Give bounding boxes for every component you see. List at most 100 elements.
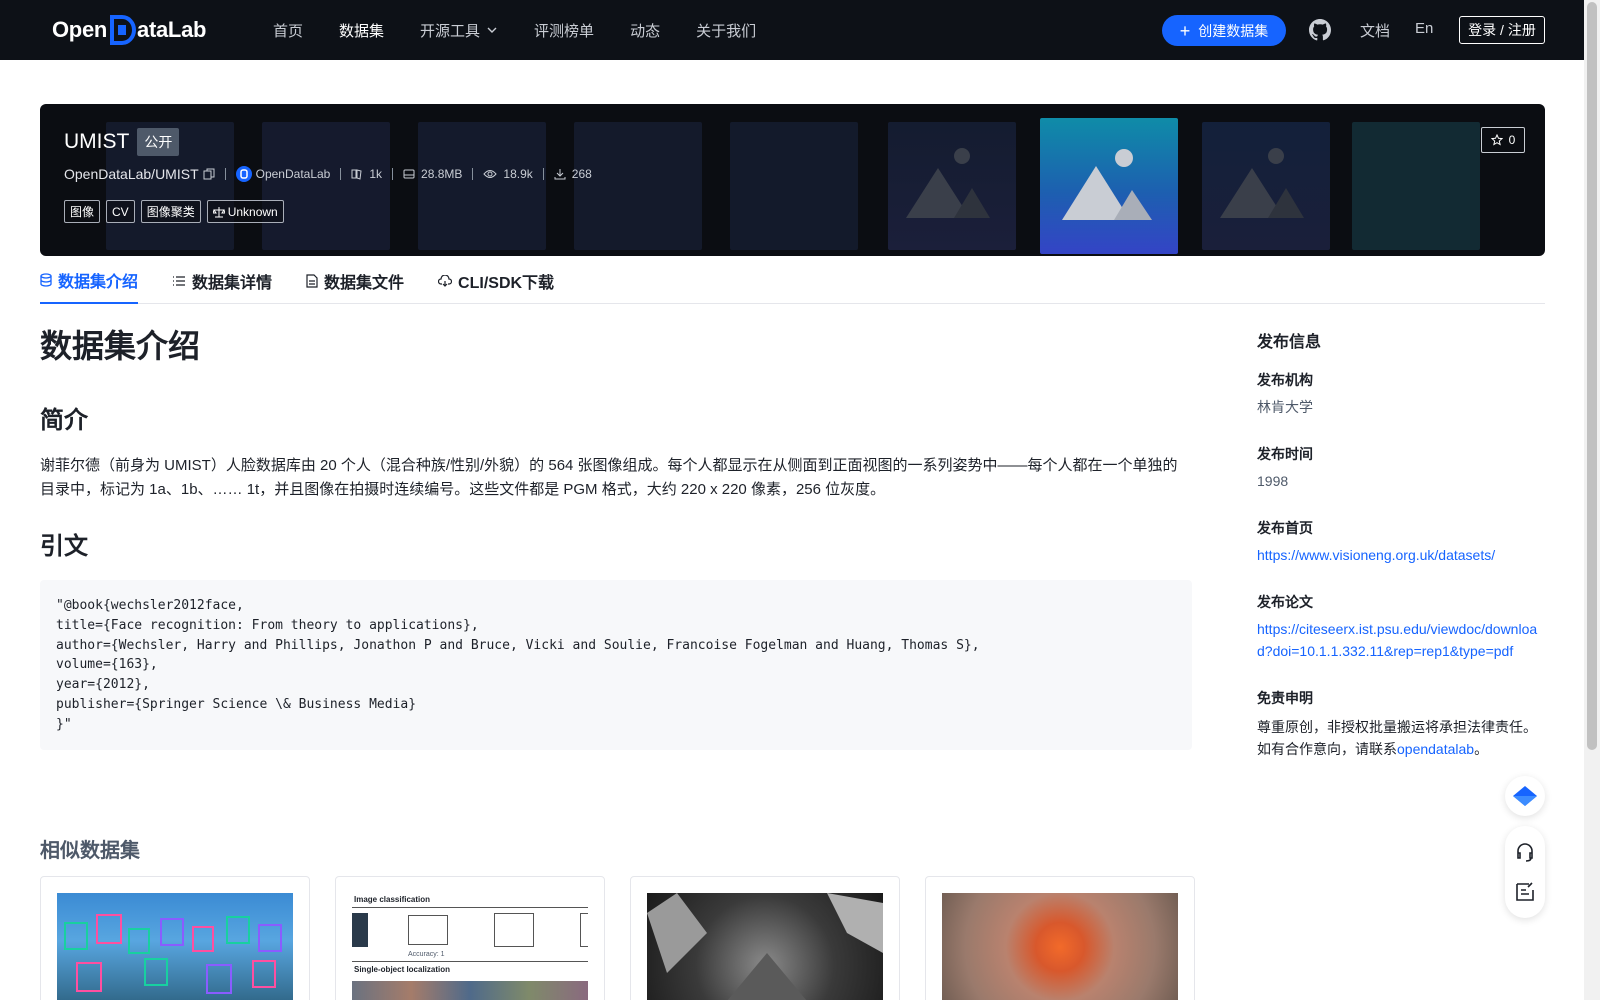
similar-datasets-title: 相似数据集 xyxy=(40,840,140,862)
cloud-download-icon xyxy=(438,275,453,287)
tab-cli-sdk[interactable]: CLI/SDK下载 xyxy=(438,258,554,304)
download-icon xyxy=(554,169,566,180)
dataset-cover-image xyxy=(57,893,293,1000)
floating-assistant-button[interactable] xyxy=(1505,776,1545,816)
file-icon xyxy=(306,274,318,288)
nav-leaderboard[interactable]: 评测榜单 xyxy=(534,20,594,41)
dataset-org[interactable]: OpenDataLab xyxy=(235,166,330,182)
preview-thumbnail[interactable] xyxy=(262,122,390,250)
headset-icon[interactable] xyxy=(1514,841,1536,863)
language-switch[interactable]: En xyxy=(1415,20,1433,37)
nav-open-tools[interactable]: 开源工具 xyxy=(420,20,498,41)
disclaimer-label: 免责申明 xyxy=(1257,690,1313,706)
visibility-badge: 公开 xyxy=(137,128,180,156)
intro-heading: 简介 xyxy=(40,407,88,434)
paper-label: 发布论文 xyxy=(1257,594,1313,610)
preview-thumbnail[interactable] xyxy=(730,122,858,250)
scale-icon xyxy=(212,206,225,217)
main-nav: 首页 数据集 开源工具 评测榜单 动态 关于我们 xyxy=(273,0,792,60)
paper-link[interactable]: https://citeseerx.ist.psu.edu/viewdoc/do… xyxy=(1257,621,1537,659)
plus-icon: + xyxy=(1179,20,1191,41)
tag-item[interactable]: CV xyxy=(106,200,135,223)
dataset-meta: OpenDataLab/UMIST OpenDataLab 1k 28.8MB … xyxy=(64,166,592,182)
scrollbar-thumb[interactable] xyxy=(1587,2,1597,750)
storage-icon xyxy=(403,169,415,179)
dataset-tags: 图像 CV 图像聚类 Unknown xyxy=(64,200,290,223)
page-title: 数据集介绍 xyxy=(40,328,201,364)
org-avatar-icon xyxy=(235,166,252,182)
github-icon[interactable] xyxy=(1308,18,1332,42)
file-count: 1k xyxy=(351,167,382,181)
publish-time-value: 1998 xyxy=(1257,473,1289,489)
create-dataset-button[interactable]: + 创建数据集 xyxy=(1162,15,1286,46)
download-count: 268 xyxy=(554,167,592,181)
disclaimer-text: 尊重原创，非授权批量搬运将承担法律责任。 如有合作意向，请联系opendatal… xyxy=(1257,719,1537,757)
star-button[interactable]: 0 xyxy=(1481,127,1525,153)
similar-dataset-card[interactable]: Image classification Accuracy: 1 Single-… xyxy=(335,876,605,1000)
similar-dataset-card[interactable] xyxy=(630,876,900,1000)
similar-dataset-card[interactable] xyxy=(925,876,1195,1000)
publish-info-panel: 发布信息 发布机构 林肯大学 发布时间 1998 发布首页 https://ww… xyxy=(1257,328,1547,757)
logo-text-open: Open xyxy=(52,17,108,42)
database-icon xyxy=(40,273,52,287)
feedback-edit-icon[interactable] xyxy=(1514,881,1536,903)
dataset-name: UMIST xyxy=(64,130,130,153)
eye-icon xyxy=(483,170,498,178)
image-placeholder-icon xyxy=(1220,148,1304,218)
citation-heading: 引文 xyxy=(40,533,88,560)
star-icon xyxy=(1490,134,1503,146)
copy-icon[interactable] xyxy=(203,168,215,180)
dataset-hero: UMIST 公开 OpenDataLab/UMIST OpenDataLab 1… xyxy=(40,104,1545,256)
homepage-label: 发布首页 xyxy=(1257,520,1313,536)
homepage-link[interactable]: https://www.visioneng.org.uk/datasets/ xyxy=(1257,547,1495,563)
preview-thumbnail[interactable] xyxy=(418,122,546,250)
view-count: 18.9k xyxy=(483,167,533,181)
nav-home[interactable]: 首页 xyxy=(273,20,303,41)
tab-details[interactable]: 数据集详情 xyxy=(172,258,272,304)
intro-paragraph: 谢菲尔德（前身为 UMIST）人脸数据库由 20 个人（混合种族/性别/外貌）的… xyxy=(40,457,1178,498)
preview-thumbnail[interactable] xyxy=(574,122,702,250)
top-navbar: Open ataLab 首页 数据集 开源工具 评测榜单 动态 关于我们 + 创… xyxy=(0,0,1584,60)
floating-tools xyxy=(1505,826,1545,918)
preview-thumbnail[interactable] xyxy=(888,122,1016,250)
nav-about[interactable]: 关于我们 xyxy=(696,20,756,41)
page-scrollbar[interactable] xyxy=(1584,0,1600,1000)
similar-dataset-card[interactable] xyxy=(40,876,310,1000)
preview-thumbnail-highlighted[interactable] xyxy=(1040,118,1178,254)
citation-code-block[interactable]: "@book{wechsler2012face, title={Face rec… xyxy=(40,580,1192,750)
dataset-repo-path: OpenDataLab/UMIST xyxy=(64,166,199,182)
tab-files[interactable]: 数据集文件 xyxy=(306,258,404,304)
logo-text-datalab: ataLab xyxy=(137,17,207,42)
nav-news[interactable]: 动态 xyxy=(630,20,660,41)
dataset-title-row: UMIST 公开 xyxy=(64,128,180,156)
assistant-icon xyxy=(1513,786,1537,806)
logo-mark-icon xyxy=(108,15,137,45)
license-tag[interactable]: Unknown xyxy=(206,200,284,223)
files-icon xyxy=(351,169,362,180)
chevron-down-icon xyxy=(487,27,497,33)
tag-item[interactable]: 图像 xyxy=(64,200,101,223)
dataset-size: 28.8MB xyxy=(403,167,462,181)
publish-time-label: 发布时间 xyxy=(1257,446,1313,462)
preview-thumbnail[interactable] xyxy=(1352,122,1480,250)
image-placeholder-icon xyxy=(1062,149,1152,220)
dataset-cover-image xyxy=(942,893,1178,1000)
contact-link[interactable]: opendatalab xyxy=(1397,741,1474,757)
tag-item[interactable]: 图像聚类 xyxy=(140,200,201,223)
dataset-cover-image xyxy=(647,893,883,1000)
docs-link[interactable]: 文档 xyxy=(1360,20,1390,41)
citation-text: "@book{wechsler2012face, title={Face rec… xyxy=(56,598,980,732)
image-placeholder-icon xyxy=(906,148,990,218)
opendatalab-logo[interactable]: Open ataLab xyxy=(52,14,206,46)
publisher-value: 林肯大学 xyxy=(1257,399,1313,415)
tab-introduction[interactable]: 数据集介绍 xyxy=(40,258,139,304)
dataset-cover-image: Image classification Accuracy: 1 Single-… xyxy=(352,893,588,1000)
list-icon xyxy=(173,276,186,286)
login-register-button[interactable]: 登录 / 注册 xyxy=(1459,16,1545,44)
publish-info-title: 发布信息 xyxy=(1257,334,1322,351)
preview-thumbnail[interactable] xyxy=(1202,122,1330,250)
dataset-tabs: 数据集介绍 数据集详情 数据集文件 CLI/SDK下载 xyxy=(40,258,1545,304)
nav-datasets[interactable]: 数据集 xyxy=(339,20,384,41)
publisher-label: 发布机构 xyxy=(1257,372,1313,388)
dataset-introduction: 数据集介绍 简介 谢菲尔德（前身为 UMIST）人脸数据库由 20 个人（混合种… xyxy=(40,326,1192,750)
